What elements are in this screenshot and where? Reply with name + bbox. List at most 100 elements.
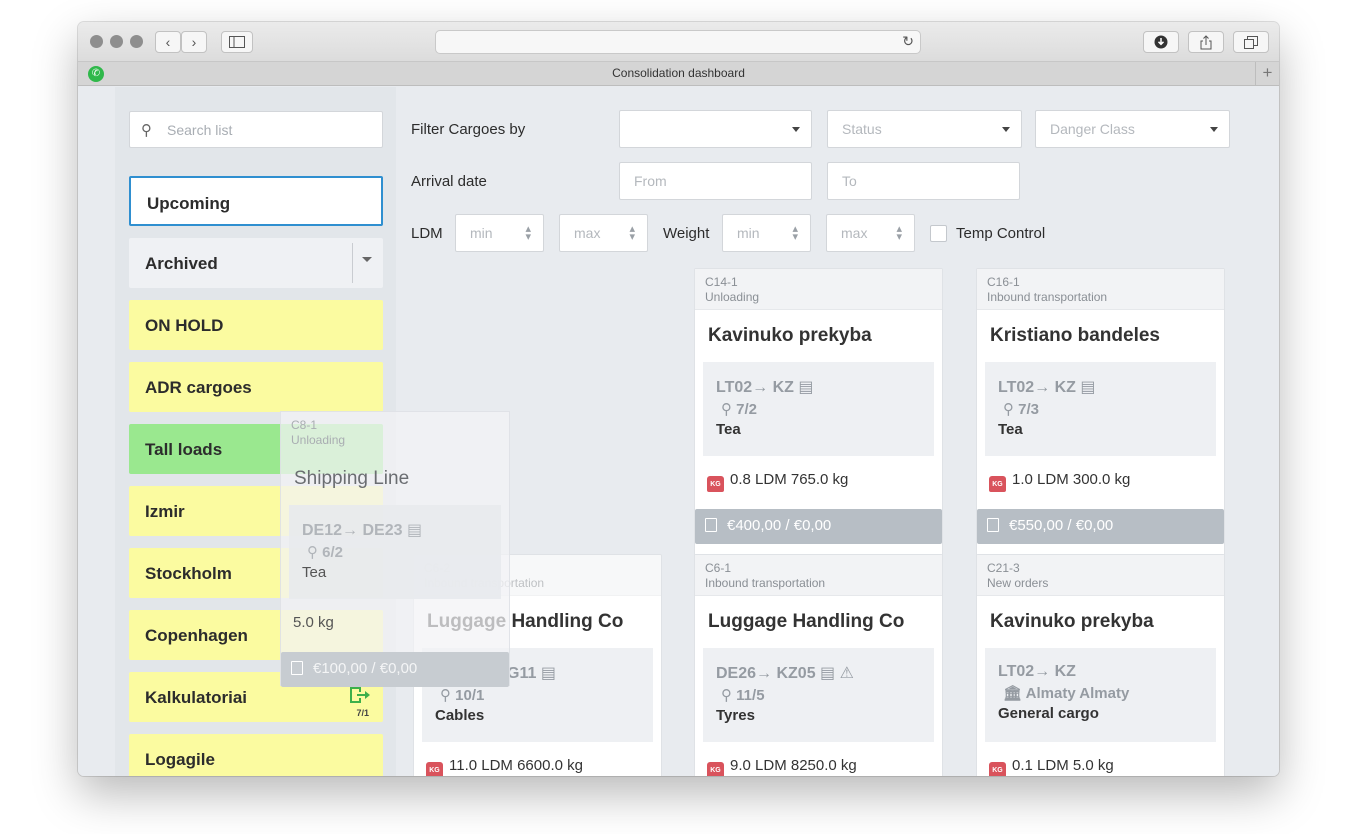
warehouse-icon: 🏛 [1003,685,1023,702]
weight-kg-icon: KG [707,762,724,776]
sidebar-item-upcoming[interactable]: Upcoming [129,176,383,226]
location-pin-icon: ⚲ [721,401,732,418]
address-bar[interactable]: ↻ [435,30,921,54]
sidebar-item-logagile[interactable]: Logagile [129,734,383,776]
sidebar-item-label: Tall loads [145,440,223,459]
status-select[interactable]: Status [827,110,1022,148]
dragged-cargo-card[interactable]: C8-1 Unloading Shipping Line DE12→ DE23 … [280,411,510,687]
stepper-icon[interactable]: ▴ ▾ [525,224,531,243]
calculator-icon [987,518,999,532]
cargo-card[interactable]: C6-1 Inbound transportation Luggage Hand… [694,554,943,776]
cargo-card[interactable]: C21-3 New orders Kavinuko prekyba LT02→ … [976,554,1225,776]
route-text: LT02→ KZ [998,379,1076,396]
cargo-card[interactable]: C16-1 Inbound transportation Kristiano b… [976,268,1225,558]
location-ref: 10/1 [455,687,485,704]
sidebar-item-archived[interactable]: Archived [129,238,383,288]
sidebar-item-label: Izmir [145,502,185,521]
route-text: DE12→ DE23 [302,522,403,539]
document-icon: ▤ [540,665,556,682]
cargo-id: C21-3 [987,561,1020,575]
ldm-label: LDM [411,225,443,242]
weight-kg-icon: KG [989,762,1006,776]
location-pin-icon: ⚲ [721,687,732,704]
tab-bar: ✆ Consolidation dashboard + [78,62,1279,86]
sidebar-item-label: Copenhagen [145,626,248,645]
ldm-min-placeholder: min [470,225,493,241]
downloads-button[interactable] [1143,31,1179,53]
goods-type: Tea [302,564,327,581]
weight-kg-icon: KG [426,762,443,776]
sidebar-item-label: ADR cargoes [145,378,252,397]
back-button[interactable]: ‹ [155,31,181,53]
price-bar: €550,00 / €0,00 [977,509,1224,544]
temp-control-checkbox[interactable] [930,225,947,242]
goods-type: Tea [998,421,1023,438]
cargo-id: C16-1 [987,275,1020,289]
sidebar-item-adr-cargoes[interactable]: ADR cargoes [129,362,383,412]
sidebar-toggle-button[interactable] [221,31,253,53]
danger-class-placeholder: Danger Class [1050,121,1135,137]
arrival-from-input[interactable]: From [619,162,812,200]
goods-type: Tyres [716,707,755,724]
sidebar-item-label: Stockholm [145,564,232,583]
card-header: C8-1 Unloading [281,412,509,453]
main-panel: Filter Cargoes by Status Danger Class Ar… [396,87,1279,776]
share-icon [1200,34,1212,49]
location-ref: 11/5 [736,687,765,704]
cargo-status: New orders [987,576,1049,590]
danger-class-select[interactable]: Danger Class [1035,110,1230,148]
stepper-icon[interactable]: ▴ ▾ [792,224,798,243]
price-bar: €400,00 / €0,00 [695,509,942,544]
ldm-max-input[interactable]: max ▴ ▾ [559,214,648,252]
search-placeholder: Search list [167,122,233,138]
card-header: C14-1 Unloading [695,269,942,310]
minimize-window-button[interactable] [110,35,123,48]
forward-button[interactable]: › [181,31,207,53]
weight-text: 0.1 LDM 5.0 kg [1012,757,1114,774]
filter-select[interactable] [619,110,812,148]
card-header: C21-3 New orders [977,555,1224,596]
arrival-date-label: Arrival date [411,173,487,190]
share-button[interactable] [1188,31,1224,53]
stepper-icon[interactable]: ▴ ▾ [629,224,635,243]
route-text: DE26→ KZ05 [716,665,816,682]
cargo-card[interactable]: C14-1 Unloading Kavinuko prekyba LT02→ K… [694,268,943,558]
ldm-max-placeholder: max [574,225,601,241]
cargo-status: Unloading [705,290,760,304]
reload-icon[interactable]: ↻ [902,33,914,50]
tabs-icon [1244,35,1258,49]
search-input[interactable]: ⚲ Search list [129,111,383,148]
weight-text: 9.0 LDM 8250.0 kg [730,757,857,774]
arrival-to-input[interactable]: To [827,162,1020,200]
export-icon[interactable] [349,686,371,704]
stepper-icon[interactable]: ▴ ▾ [896,224,902,243]
chevron-right-icon: › [191,34,197,50]
chevron-down-icon[interactable] [362,257,372,262]
price-text: €100,00 / €0,00 [313,660,418,677]
route-text: LT02→ KZ [998,663,1076,680]
location-ref: 7/2 [736,401,758,418]
new-tab-button[interactable]: + [1255,62,1279,86]
temp-control-label: Temp Control [956,225,1046,242]
tab-title[interactable]: Consolidation dashboard [78,66,1279,80]
tabs-overview-button[interactable] [1233,31,1269,53]
weight-max-input[interactable]: max ▴ ▾ [826,214,915,252]
document-icon: ▤ [820,665,836,682]
location-ref: 7/3 [1018,401,1040,418]
sidebar-item-on-hold[interactable]: ON HOLD [129,300,383,350]
weight-label: Weight [663,225,710,242]
zoom-window-button[interactable] [130,35,143,48]
divider [352,243,353,283]
price-text: €550,00 / €0,00 [1009,517,1114,534]
close-window-button[interactable] [90,35,103,48]
goods-type: Tea [716,421,741,438]
cargo-id: C14-1 [705,275,738,289]
sidebar-item-label: Kalkulatoriai [145,688,248,707]
weight-kg-icon: KG [707,476,724,492]
ldm-min-input[interactable]: min ▴ ▾ [455,214,544,252]
weight-min-input[interactable]: min ▴ ▾ [722,214,811,252]
cargo-status: Inbound transportation [705,576,826,590]
location-pin-icon: ⚲ [440,687,451,704]
download-icon [1154,35,1168,49]
cargo-company: Luggage Handling Co [708,611,905,632]
